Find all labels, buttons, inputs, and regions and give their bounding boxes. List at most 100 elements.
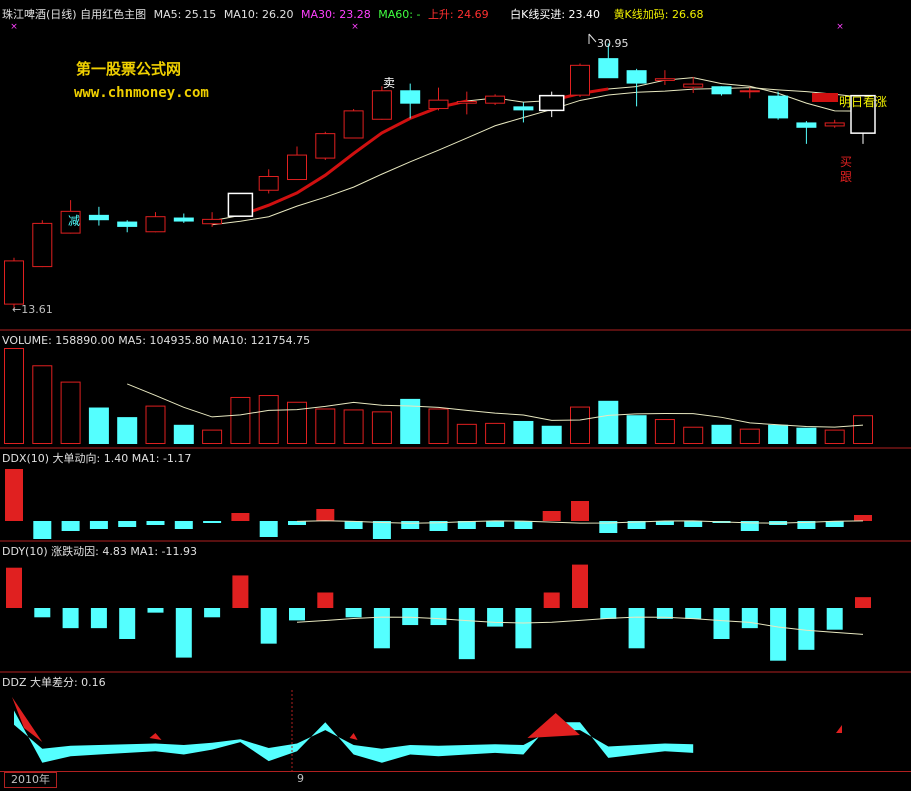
volume-bar-up	[230, 396, 251, 444]
ddy-header: DDY(10) 涨跌动因: 4.83 MA1: -11.93	[2, 545, 198, 558]
x-marker: ×	[10, 22, 18, 32]
date-axis	[0, 771, 911, 789]
candle-body-down	[626, 70, 647, 84]
volume-bar-down	[88, 407, 109, 444]
ma5-line	[212, 77, 864, 222]
candle-body-up	[32, 222, 53, 268]
ddy-bar	[685, 608, 702, 619]
x-marker: ×	[351, 22, 359, 32]
ddy-bar	[62, 608, 79, 629]
ddx-bar	[571, 501, 589, 521]
white-k-value: 白K线买进: 23.40	[510, 8, 601, 21]
ddx-bar	[146, 521, 165, 525]
candle-body-up	[570, 64, 590, 96]
ddy-bar	[572, 564, 588, 608]
volume-bar-up	[739, 428, 760, 445]
ddx-bar	[486, 521, 505, 527]
volume-bar-up	[654, 419, 675, 445]
ma10-value: MA10: 26.20	[223, 8, 294, 21]
ddz-peak-up	[149, 733, 162, 740]
candle-body-up	[258, 176, 279, 191]
ddy-bar	[147, 608, 164, 613]
ddy-bar	[430, 608, 447, 626]
ddx-bar	[542, 511, 561, 521]
ddy-bar	[487, 608, 504, 627]
ddy-bar	[204, 608, 221, 618]
volume-bar-down	[768, 424, 789, 444]
ddy-bar	[628, 608, 645, 649]
ddy-bar	[34, 608, 51, 618]
ddy-bar	[289, 608, 305, 621]
ddy-bar	[90, 608, 107, 629]
candle-body-up	[4, 260, 24, 305]
candle-body-down	[88, 214, 109, 221]
rise-value: 上升: 24.69	[427, 8, 489, 21]
chart-title: 珠江啤酒(日线) 自用红色主图	[2, 8, 147, 21]
ddz-peak-up	[349, 733, 358, 740]
volume-bar-up	[456, 423, 477, 444]
candle-body-down	[796, 122, 817, 128]
chart-window[interactable]: × × × 珠江啤酒(日线) 自用红色主图 MA5: 25.15 MA10: 26.…	[0, 0, 911, 789]
volume-header: VOLUME: 158890.00 MA5: 104935.80 MA10: 1…	[2, 334, 311, 347]
volume-bar-down	[626, 415, 647, 444]
ddy-bar	[175, 608, 192, 658]
ddx-bar	[316, 509, 335, 521]
candle-body-down	[598, 58, 619, 79]
volume-bar-up	[315, 408, 336, 445]
volume-bar-up	[258, 395, 279, 445]
ddy-bar	[855, 597, 871, 608]
volume-bar-up	[343, 409, 364, 445]
candle-body-up	[739, 90, 760, 93]
candle-body-down	[768, 95, 789, 119]
ddy-bar	[119, 608, 136, 639]
ddy-bar	[600, 608, 617, 619]
candle-body-up	[654, 78, 675, 81]
volume-bar-up	[853, 415, 873, 445]
volume-bar-up	[428, 408, 449, 445]
ma10-line	[212, 87, 864, 226]
volume-bar-down	[173, 424, 194, 444]
ddy-bar	[458, 608, 475, 660]
ddy-bar	[345, 608, 362, 618]
volume-bar-up	[32, 365, 53, 444]
ddy-bar	[798, 608, 815, 650]
candle-body-up	[371, 90, 392, 120]
date-year-label: 2010年	[4, 772, 57, 788]
candle-body-up	[287, 154, 307, 181]
ma60-value: MA60: -	[378, 8, 421, 21]
ddy-bar	[232, 575, 249, 608]
ddy-bar	[402, 608, 419, 626]
ddx-bar	[174, 521, 193, 529]
watermark-url: www.chnmoney.com	[74, 85, 209, 101]
volume-bar-down	[117, 417, 138, 444]
volume-bar-up	[371, 411, 392, 444]
tomorrow-up-bar	[812, 93, 838, 102]
ddx-bar	[231, 513, 250, 521]
ddy-bar	[317, 592, 334, 608]
volume-bar-up	[202, 429, 223, 445]
ddy-bar	[373, 608, 390, 649]
ddx-bar	[118, 521, 137, 527]
candle-body-white	[538, 94, 565, 112]
ddy-bar	[741, 608, 758, 629]
volume-bar-down	[541, 425, 562, 444]
low-price-label: ←13.61	[12, 303, 53, 316]
sell-signal-label: 卖	[383, 76, 396, 90]
stock-chart[interactable]: × × ×	[0, 0, 911, 788]
candle-body-up	[456, 100, 477, 104]
ddx-bar	[514, 521, 533, 529]
ddy-bar	[826, 608, 843, 630]
volume-bar-up	[485, 422, 506, 445]
candle-body-up	[485, 95, 506, 104]
ddy-bar	[543, 592, 560, 608]
candle-body-down	[400, 90, 421, 104]
x-marker: ×	[836, 22, 844, 32]
volume-bar-down	[513, 420, 534, 444]
ddx-bar	[259, 521, 278, 537]
volume-bar-down	[598, 400, 619, 444]
ddy-bar	[515, 608, 532, 649]
candle-body-down	[711, 86, 732, 95]
ddx-bar	[344, 521, 363, 529]
candle-body-down	[117, 221, 138, 227]
date-month-label: 9	[297, 772, 304, 785]
